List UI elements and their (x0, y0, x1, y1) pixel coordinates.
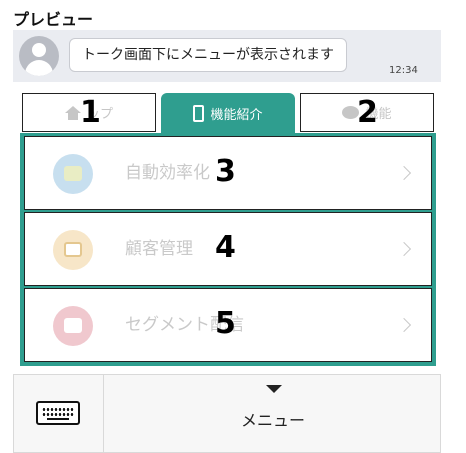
page-title: プレビュー (13, 10, 94, 29)
menu-footer: メニュー (13, 374, 441, 453)
tab-label: 機能紹介 (210, 107, 263, 123)
annotation-number: 2 (357, 95, 378, 130)
message-time: 12:34 (389, 65, 418, 76)
annotation-number: 3 (215, 154, 236, 189)
rich-menu-panel: 自動効率化 3 顧客管理 4 セグメント配信 5 (20, 133, 436, 366)
tab-other-features[interactable]: 機能 2 (300, 93, 434, 132)
customer-search-icon (53, 230, 93, 270)
menu-item-segment-delivery[interactable]: セグメント配信 5 (24, 288, 432, 362)
chat-preview-bar: トーク画面下にメニューが表示されます 12:34 (13, 30, 441, 82)
menu-toggle-button[interactable]: メニュー (105, 375, 441, 452)
automation-icon (53, 154, 93, 194)
menu-toggle-label: メニュー (240, 411, 305, 430)
avatar (19, 36, 59, 76)
menu-item-customer-management[interactable]: 顧客管理 4 (24, 212, 432, 286)
menu-item-label: 自動効率化 (125, 163, 210, 183)
menu-item-automation[interactable]: 自動効率化 3 (24, 136, 432, 210)
annotation-number: 5 (215, 306, 236, 341)
keyboard-button[interactable] (14, 375, 104, 452)
chevron-right-icon (396, 241, 412, 257)
menu-item-label: 顧客管理 (125, 239, 193, 259)
chevron-right-icon (396, 165, 412, 181)
tab-top[interactable]: ップ 1 (22, 93, 156, 132)
menu-tabs: ップ 1 機能紹介 機能 2 (22, 93, 434, 133)
annotation-number: 1 (80, 95, 101, 130)
tab-feature-intro[interactable]: 機能紹介 (161, 93, 295, 133)
home-icon (64, 105, 81, 120)
caret-down-icon (266, 385, 282, 393)
phone-icon (193, 104, 205, 122)
chat-bubble: トーク画面下にメニューが表示されます (69, 38, 347, 72)
annotation-number: 4 (215, 230, 236, 265)
chevron-right-icon (396, 317, 412, 333)
keyboard-icon (36, 401, 80, 425)
segment-delivery-icon (53, 306, 93, 346)
